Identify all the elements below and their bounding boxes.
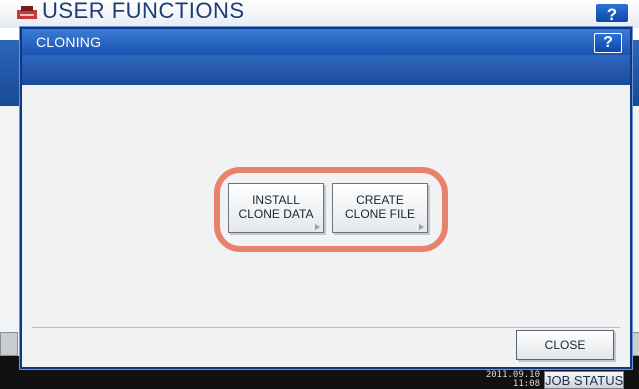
- create-clone-file-label: CREATE CLONE FILE: [344, 193, 416, 221]
- background-help-button[interactable]: ?: [596, 4, 628, 24]
- close-button[interactable]: CLOSE: [516, 330, 614, 360]
- install-clone-data-button[interactable]: INSTALL CLONE DATA: [228, 183, 324, 233]
- background-title: USER FUNCTIONS: [42, 0, 245, 23]
- clock: 2011.09.10 11:08: [470, 371, 540, 389]
- printer-icon: [17, 6, 37, 19]
- background-tab-left: [0, 332, 18, 356]
- arrow-right-icon: [315, 224, 320, 230]
- job-status-button[interactable]: JOB STATUS: [544, 371, 624, 389]
- dialog-titlebar: CLONING ?: [22, 29, 630, 55]
- dialog-help-button[interactable]: ?: [594, 33, 622, 53]
- screen: USER FUNCTIONS ? 2011.09.10 11:08 JOB ST…: [0, 0, 639, 389]
- dialog-subbar: [22, 55, 630, 85]
- cloning-dialog: CLONING ? INSTALL CLONE DATA CREATE CLON…: [20, 27, 632, 369]
- dialog-title: CLONING: [36, 34, 102, 50]
- arrow-right-icon: [419, 224, 424, 230]
- install-clone-data-label: INSTALL CLONE DATA: [238, 193, 314, 221]
- create-clone-file-button[interactable]: CREATE CLONE FILE: [332, 183, 428, 233]
- divider: [32, 327, 620, 328]
- clock-time: 11:08: [512, 379, 540, 389]
- background-header: USER FUNCTIONS ?: [0, 0, 639, 28]
